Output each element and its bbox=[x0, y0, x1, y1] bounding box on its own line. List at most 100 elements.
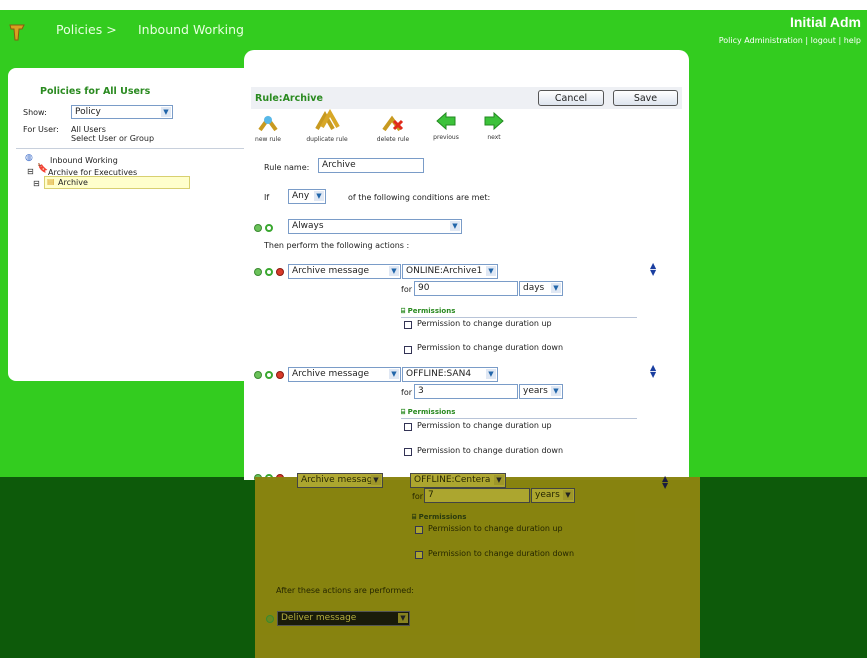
permissions-title: ⌸ Permissions bbox=[412, 513, 467, 521]
delete-action-icon[interactable] bbox=[276, 371, 284, 379]
action-select[interactable]: Archive message ▼ bbox=[288, 367, 401, 382]
for-user-label: For User: bbox=[23, 125, 59, 134]
new-rule-icon bbox=[258, 115, 278, 132]
rule-title: Rule:Archive bbox=[255, 93, 323, 104]
after-actions-text: After these actions are performed: bbox=[276, 586, 414, 595]
action-ok-icon bbox=[265, 268, 273, 276]
reorder-arrows-icon[interactable]: ▲ ▼ bbox=[650, 262, 656, 277]
brand-title: Initial Adm bbox=[789, 14, 861, 30]
after-action-select[interactable]: Deliver message ▼ bbox=[277, 611, 410, 626]
policy-tree-panel: Policies for All Users Show: Policy ▼ For… bbox=[8, 68, 256, 381]
duration-unit-select[interactable]: years ▼ bbox=[531, 488, 575, 503]
next-button[interactable]: next bbox=[472, 111, 516, 141]
save-button[interactable]: Save bbox=[613, 90, 678, 106]
action-select[interactable]: Archive message ▼ bbox=[288, 264, 401, 279]
divider bbox=[401, 418, 637, 419]
duration-input[interactable]: 3 bbox=[414, 384, 518, 399]
perm-up-checkbox[interactable] bbox=[415, 526, 423, 534]
chevron-down-icon: ▼ bbox=[389, 369, 399, 379]
for-label: for bbox=[412, 492, 423, 501]
delete-action-icon[interactable] bbox=[276, 268, 284, 276]
duration-input[interactable]: 7 bbox=[424, 488, 530, 503]
cancel-button[interactable]: Cancel bbox=[538, 90, 604, 106]
reorder-arrows-icon[interactable]: ▲ ▼ bbox=[662, 475, 668, 490]
show-label: Show: bbox=[23, 108, 47, 117]
conditions-text: of the following conditions are met: bbox=[348, 193, 491, 202]
duration-input[interactable]: 90 bbox=[414, 281, 518, 296]
show-select[interactable]: Policy ▼ bbox=[71, 105, 173, 119]
chevron-down-icon: ▼ bbox=[494, 475, 504, 485]
rule-icon: ▤ bbox=[47, 177, 55, 186]
chevron-down-icon: ▼ bbox=[551, 283, 561, 293]
for-label: for bbox=[401, 388, 412, 397]
reorder-arrows-icon[interactable]: ▲ ▼ bbox=[650, 364, 656, 379]
chevron-down-icon: ▼ bbox=[161, 107, 171, 117]
chevron-down-icon: ▼ bbox=[314, 191, 324, 201]
add-action-icon[interactable] bbox=[254, 268, 262, 276]
delete-rule-button[interactable]: delete rule bbox=[371, 113, 415, 143]
new-rule-button[interactable]: new rule bbox=[246, 113, 290, 143]
panel-title: Policies for All Users bbox=[40, 86, 151, 97]
breadcrumb-policies[interactable]: Policies > bbox=[56, 22, 117, 37]
rule-editor-card: Rule:Archive Cancel Save new rule duplic… bbox=[244, 50, 689, 480]
condition-select[interactable]: Always ▼ bbox=[288, 219, 462, 234]
divider bbox=[401, 317, 637, 318]
divider bbox=[16, 148, 246, 149]
condition-ok-icon bbox=[265, 224, 273, 232]
action-ok-icon bbox=[265, 371, 273, 379]
then-text: Then perform the following actions : bbox=[264, 241, 410, 250]
for-label: for bbox=[401, 285, 412, 294]
for-user-value: All Users bbox=[71, 125, 106, 134]
perm-up-label: Permission to change duration up bbox=[428, 524, 563, 533]
perm-down-label: Permission to change duration down bbox=[417, 343, 564, 352]
chevron-down-icon: ▼ bbox=[486, 369, 496, 379]
duration-unit-select[interactable]: years ▼ bbox=[519, 384, 563, 399]
policy-admin-link[interactable]: Policy Administration bbox=[719, 36, 803, 45]
tree-expand-icon[interactable]: ⊟ bbox=[27, 167, 34, 176]
add-action-icon[interactable] bbox=[254, 371, 262, 379]
archive-target-select[interactable]: OFFLINE:Centera ▼ bbox=[410, 473, 506, 488]
chevron-down-icon: ▼ bbox=[450, 221, 460, 231]
rule-name-label: Rule name: bbox=[264, 163, 310, 172]
tree-item-archive-selected[interactable]: ▤ Archive bbox=[44, 176, 190, 189]
add-after-action-icon[interactable] bbox=[266, 615, 274, 623]
permissions-title: ⌸ Permissions bbox=[401, 408, 456, 416]
perm-down-checkbox[interactable] bbox=[404, 448, 412, 456]
app-logo-icon bbox=[6, 21, 28, 43]
if-label: If bbox=[264, 193, 270, 202]
archive-target-select[interactable]: OFFLINE:SAN4 ▼ bbox=[402, 367, 498, 382]
chevron-down-icon: ▼ bbox=[389, 266, 399, 276]
perm-up-label: Permission to change duration up bbox=[417, 319, 552, 328]
tree-expand-icon-2[interactable]: ⊟ bbox=[33, 179, 40, 188]
help-link[interactable]: help bbox=[844, 36, 861, 45]
previous-button[interactable]: previous bbox=[424, 111, 468, 141]
rule-name-input[interactable]: Archive bbox=[318, 158, 424, 173]
permissions-title: ⌸ Permissions bbox=[401, 307, 456, 315]
duplicate-rule-icon bbox=[315, 109, 340, 130]
chevron-down-icon: ▼ bbox=[398, 613, 408, 623]
logout-link[interactable]: logout bbox=[811, 36, 836, 45]
perm-down-label: Permission to change duration down bbox=[428, 549, 575, 558]
perm-down-label: Permission to change duration down bbox=[417, 446, 564, 455]
arrow-left-icon bbox=[436, 111, 456, 131]
perm-up-checkbox[interactable] bbox=[404, 423, 412, 431]
perm-up-checkbox[interactable] bbox=[404, 321, 412, 329]
chevron-down-icon: ▼ bbox=[551, 386, 561, 396]
match-select[interactable]: Any ▼ bbox=[288, 189, 326, 204]
add-condition-icon[interactable] bbox=[254, 224, 262, 232]
archive-target-select[interactable]: ONLINE:Archive1 ▼ bbox=[402, 264, 498, 279]
perm-up-label: Permission to change duration up bbox=[417, 421, 552, 430]
overlay-region: Archive message ▼ OFFLINE:Centera ▼ for 7 … bbox=[255, 473, 700, 658]
chevron-down-icon: ▼ bbox=[486, 266, 496, 276]
tree-item-root[interactable]: Inbound Working bbox=[50, 156, 118, 165]
duration-unit-select[interactable]: days ▼ bbox=[519, 281, 563, 296]
select-user-link[interactable]: Select User or Group bbox=[71, 134, 154, 143]
action-select[interactable]: Archive message ▼ bbox=[297, 473, 383, 488]
chevron-down-icon: ▼ bbox=[371, 475, 381, 485]
duplicate-rule-button[interactable]: duplicate rule bbox=[305, 109, 349, 143]
perm-down-checkbox[interactable] bbox=[404, 346, 412, 354]
globe-icon: ◍ bbox=[25, 153, 33, 163]
breadcrumb-current: Inbound Working bbox=[138, 22, 244, 37]
folder-icon: 🔖 bbox=[37, 164, 49, 174]
perm-down-checkbox[interactable] bbox=[415, 551, 423, 559]
